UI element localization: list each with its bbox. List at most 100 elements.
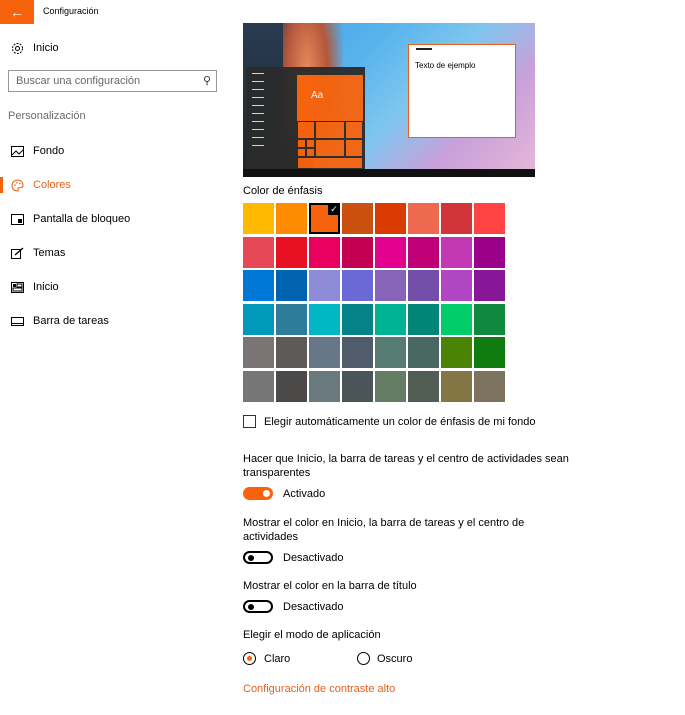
app-mode-dark-radio[interactable]	[357, 652, 370, 665]
accent-color-swatch[interactable]	[441, 270, 472, 301]
high-contrast-link[interactable]: Configuración de contraste alto	[243, 683, 395, 695]
sidebar-item-colores[interactable]: Colores	[10, 175, 71, 195]
sidebar-item-label: Fondo	[33, 145, 65, 157]
transparency-toggle[interactable]	[243, 487, 273, 500]
accent-color-swatch[interactable]	[474, 270, 505, 301]
color-start-toggle[interactable]	[243, 551, 273, 564]
accent-color-swatch[interactable]	[243, 203, 274, 234]
accent-color-swatch[interactable]	[243, 270, 274, 301]
accent-color-swatch[interactable]	[441, 236, 472, 268]
accent-color-swatch[interactable]	[243, 370, 274, 402]
sidebar-item-label: Pantalla de bloqueo	[33, 213, 131, 225]
window-title: Configuración	[43, 6, 99, 16]
start-icon	[10, 280, 24, 294]
accent-color-swatch[interactable]	[276, 370, 307, 402]
accent-color-swatch[interactable]	[342, 370, 373, 402]
accent-color-swatch[interactable]	[408, 270, 439, 301]
accent-color-swatch[interactable]	[474, 370, 505, 402]
preview-window: Texto de ejemplo	[408, 44, 516, 138]
home-nav-label: Inicio	[33, 42, 59, 54]
accent-color-swatch[interactable]	[408, 337, 439, 368]
back-button[interactable]: ←	[0, 0, 34, 24]
theme-preview: Aa Texto de ejemplo	[243, 23, 535, 177]
gear-icon	[10, 41, 24, 55]
app-mode-label: Elegir el modo de aplicación	[243, 629, 381, 641]
sidebar-item-barra-de-tareas[interactable]: Barra de tareas	[10, 311, 109, 331]
accent-color-swatch[interactable]	[243, 303, 274, 335]
accent-color-swatch[interactable]	[309, 236, 340, 268]
accent-color-swatch[interactable]	[342, 270, 373, 301]
accent-color-swatch[interactable]	[474, 303, 505, 335]
accent-color-swatch[interactable]	[408, 236, 439, 268]
accent-color-swatch[interactable]	[375, 337, 406, 368]
search-icon: ⚲	[202, 75, 211, 87]
app-mode-light-label: Claro	[264, 653, 291, 665]
accent-color-swatch[interactable]	[309, 370, 340, 402]
accent-color-swatch[interactable]	[243, 236, 274, 268]
preview-start-menu: Aa	[246, 67, 365, 177]
color-title-state: Desactivado	[283, 601, 344, 613]
preview-taskbar	[243, 169, 535, 177]
preview-start-list	[252, 73, 264, 153]
search-placeholder: Buscar una configuración	[16, 75, 141, 87]
preview-sample-text: Texto de ejemplo	[415, 61, 476, 70]
accent-color-swatch[interactable]	[276, 270, 307, 301]
picture-icon	[10, 144, 24, 158]
sidebar-item-label: Inicio	[33, 281, 59, 293]
accent-color-swatch[interactable]	[408, 303, 439, 335]
sidebar-item-temas[interactable]: Temas	[10, 243, 65, 263]
accent-color-swatch[interactable]	[309, 303, 340, 335]
taskbar-icon	[10, 314, 24, 328]
sidebar-item-inicio[interactable]: Inicio	[10, 277, 59, 297]
accent-color-palette: ✓	[243, 203, 505, 403]
app-mode-light-radio[interactable]	[243, 652, 256, 665]
palette-icon	[10, 178, 24, 192]
accent-color-swatch[interactable]	[441, 337, 472, 368]
accent-color-swatch[interactable]	[441, 303, 472, 335]
accent-color-swatch[interactable]	[375, 236, 406, 268]
accent-color-swatch[interactable]	[375, 303, 406, 335]
accent-color-swatch[interactable]	[474, 337, 505, 368]
themes-brush-icon	[10, 246, 24, 260]
accent-color-swatch[interactable]	[441, 203, 472, 234]
accent-color-swatch[interactable]	[474, 203, 505, 234]
accent-color-swatch[interactable]	[474, 236, 505, 268]
accent-color-swatch[interactable]	[276, 236, 307, 268]
auto-accent-checkbox[interactable]	[243, 415, 256, 428]
sidebar-item-pantalla-de-bloqueo[interactable]: Pantalla de bloqueo	[10, 209, 130, 229]
accent-color-swatch[interactable]	[408, 370, 439, 402]
accent-color-swatch[interactable]	[342, 337, 373, 368]
lock-screen-icon	[10, 212, 24, 226]
accent-color-swatch[interactable]	[309, 337, 340, 368]
sidebar-item-label: Barra de tareas	[33, 315, 109, 327]
app-mode-dark-label: Oscuro	[377, 653, 413, 665]
accent-color-swatch[interactable]	[243, 337, 274, 368]
color-title-label: Mostrar el color en la barra de título	[243, 580, 417, 592]
accent-color-swatch[interactable]	[309, 270, 340, 301]
accent-color-swatch[interactable]	[276, 303, 307, 335]
accent-color-swatch[interactable]	[342, 203, 373, 234]
accent-color-swatch[interactable]: ✓	[309, 203, 340, 234]
accent-color-swatch[interactable]	[375, 270, 406, 301]
accent-color-swatch[interactable]	[276, 203, 307, 234]
color-title-toggle[interactable]	[243, 600, 273, 613]
accent-color-swatch[interactable]	[441, 370, 472, 402]
sidebar-item-label: Colores	[33, 179, 71, 191]
sidebar-item-label: Temas	[33, 247, 66, 259]
accent-color-swatch[interactable]	[408, 203, 439, 234]
auto-accent-label: Elegir automáticamente un color de énfas…	[264, 416, 536, 428]
accent-color-swatch[interactable]	[276, 337, 307, 368]
preview-tile-text: Aa	[311, 90, 324, 101]
transparency-state: Activado	[283, 488, 326, 500]
back-arrow-icon: ←	[10, 4, 24, 20]
home-nav-item[interactable]: Inicio	[10, 38, 59, 58]
active-indicator	[0, 177, 3, 193]
search-input[interactable]: Buscar una configuración ⚲	[8, 70, 217, 92]
accent-color-swatch[interactable]	[375, 203, 406, 234]
accent-color-swatch[interactable]	[342, 236, 373, 268]
accent-color-swatch[interactable]	[375, 370, 406, 402]
transparency-label: Hacer que Inicio, la barra de tareas y e…	[243, 453, 569, 479]
accent-color-swatch[interactable]	[342, 303, 373, 335]
sidebar-item-fondo[interactable]: Fondo	[10, 141, 64, 161]
accent-color-label: Color de énfasis	[243, 185, 323, 197]
